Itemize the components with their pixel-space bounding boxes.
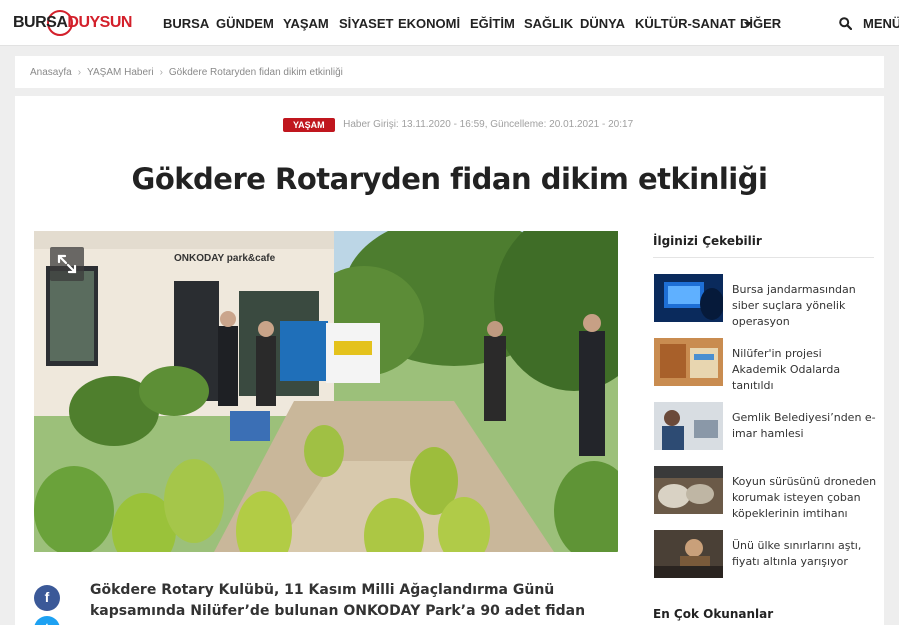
nav-item-ekonomi[interactable]: EKONOMİ — [398, 16, 460, 31]
nav-more-label: DİĞER — [740, 16, 782, 31]
article-photo[interactable]: ONKODAY park&cafe — [34, 231, 618, 552]
breadcrumb: Anasayfa › YAŞAM Haberi › Gökdere Rotaryden … — [15, 56, 884, 88]
nav-item-more[interactable]: DİĞER — [740, 16, 781, 31]
breadcrumb-home[interactable]: Anasayfa — [30, 67, 72, 78]
news-thumbnail — [654, 530, 723, 578]
article-meta: YAŞAM Haber Girişi: 13.11.2020 - 16:59, … — [283, 116, 634, 132]
news-title: Nilüfer'in projesi Akademik Odalarda tan… — [732, 347, 841, 392]
sidebar-news-item[interactable]: Bursa jandarmasından siber suçlara yönel… — [654, 274, 876, 328]
article-photo-illustration: ONKODAY park&cafe — [34, 231, 618, 552]
nav-item-kultur-sanat[interactable]: KÜLTÜR-SANAT — [635, 16, 736, 31]
nav-item-bursa[interactable]: BURSA — [163, 16, 209, 31]
sidebar-news-item[interactable]: Nilüfer'in projesi Akademik Odalarda tan… — [654, 338, 876, 392]
nav-item-yasam[interactable]: YAŞAM — [283, 16, 329, 31]
nav-item-egitim[interactable]: EĞİTİM — [470, 16, 515, 31]
sidebar-title: İlginizi Çekebilir — [653, 234, 762, 248]
publish-info: Haber Girişi: 13.11.2020 - 16:59, Güncel… — [343, 119, 634, 131]
news-title: Bursa jandarmasından siber suçlara yönel… — [732, 283, 856, 328]
top-navbar: BURSADUYSUN BURSA GÜNDEM YAŞAM SİYASET E… — [0, 0, 899, 46]
sidebar-divider — [653, 257, 874, 258]
article-title: Gökdere Rotaryden fidan dikim etkinliği — [131, 162, 768, 196]
nav-item-siyaset[interactable]: SİYASET — [339, 16, 393, 31]
news-title: Koyun sürüsünü droneden korumak isteyen … — [732, 475, 877, 520]
nav-item-dunya[interactable]: DÜNYA — [580, 16, 625, 31]
logo-text-right: DUYSUN — [67, 14, 132, 31]
news-thumbnail — [654, 466, 723, 514]
breadcrumb-current: Gökdere Rotaryden fidan dikim etkinliği — [168, 67, 343, 78]
facebook-icon: f — [44, 589, 50, 605]
logo-text-left: BURSA — [13, 14, 68, 31]
twitter-icon: t — [34, 620, 60, 625]
breadcrumb-separator-icon: › — [159, 67, 163, 78]
article-panel: YAŞAM Haber Girişi: 13.11.2020 - 16:59, … — [15, 96, 884, 625]
nav-item-gundem[interactable]: GÜNDEM — [216, 16, 274, 31]
news-thumbnail — [654, 338, 723, 386]
sidebar-news-item[interactable]: Koyun sürüsünü droneden korumak isteyen … — [654, 466, 876, 520]
sidebar-news-item[interactable]: Ünü ülke sınırlarını aştı, fiyatı altınl… — [654, 530, 876, 580]
breadcrumb-section[interactable]: YAŞAM Haberi — [87, 67, 154, 78]
category-badge[interactable]: YAŞAM — [283, 117, 335, 132]
expand-photo-button[interactable] — [50, 247, 84, 281]
photo-sign-text: ONKODAY park&cafe — [174, 253, 276, 264]
news-thumbnail — [654, 402, 723, 450]
site-logo[interactable]: BURSADUYSUN — [13, 9, 132, 37]
news-thumbnail — [654, 274, 723, 322]
twitter-share-button[interactable]: t — [34, 616, 60, 625]
news-title: Ünü ülke sınırlarını aştı, fiyatı altınl… — [732, 539, 862, 568]
breadcrumb-separator-icon: › — [77, 67, 82, 78]
article-summary: Gökdere Rotary Kulübü, 11 Kasım Milli Ağ… — [90, 582, 586, 625]
facebook-share-button[interactable]: f — [34, 585, 60, 611]
most-read-title: En Çok Okunanlar — [653, 607, 774, 621]
sidebar-news-item[interactable]: Gemlik Belediyesi’nden e-imar hamlesi — [654, 402, 876, 452]
menu-button[interactable]: MENÜ — [863, 16, 899, 31]
news-title: Gemlik Belediyesi’nden e-imar hamlesi — [732, 411, 876, 440]
expand-icon — [57, 254, 77, 274]
nav-item-saglik[interactable]: SAĞLIK — [524, 16, 573, 31]
search-icon[interactable] — [839, 17, 852, 30]
